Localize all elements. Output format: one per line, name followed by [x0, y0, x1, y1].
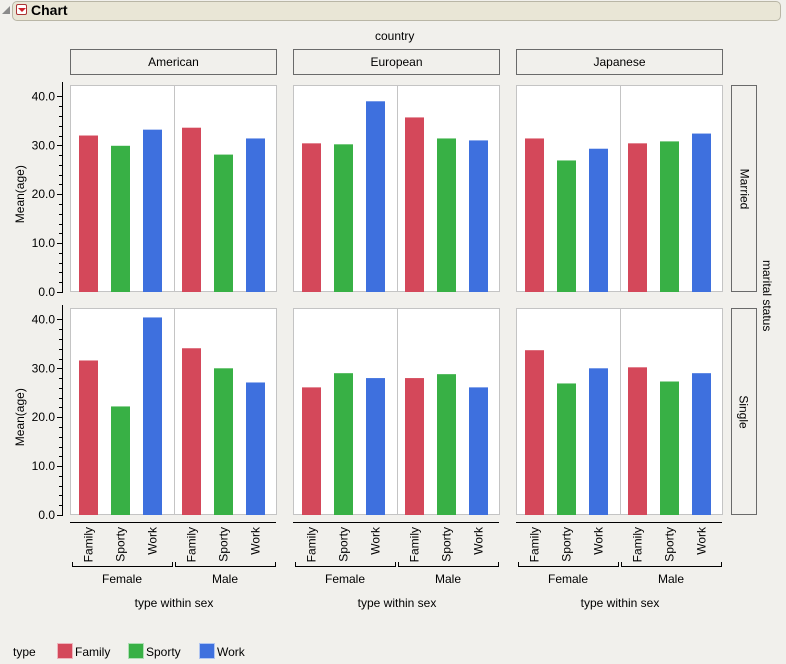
- bar-sporty: [660, 141, 679, 292]
- legend-swatch-family: [57, 643, 73, 659]
- x-tick-label: Sporty: [663, 527, 677, 562]
- chart-canvas: 0.0 10.0 20.0 30.0 40.0 Mean(age) 0.0 10.0 20.0 3…: [13, 82, 723, 610]
- bar-work: [469, 140, 488, 292]
- x-tick-label: Work: [695, 526, 709, 555]
- bar-sporty: [111, 406, 130, 515]
- bar-work: [143, 129, 162, 292]
- y-tick-label: 40.0: [32, 312, 56, 326]
- y-tick-label: 20.0: [32, 187, 56, 201]
- legend-label-work: Work: [217, 645, 245, 659]
- x-tick-label: Family: [408, 527, 422, 562]
- bar-work: [366, 101, 385, 292]
- x-tick-label: Family: [82, 527, 96, 562]
- x-tick-label: Sporty: [114, 527, 128, 562]
- y-axis-label: Mean(age): [13, 388, 27, 446]
- y-tick-label: 0.0: [38, 508, 55, 522]
- bar-sporty: [111, 145, 130, 292]
- bar-family: [405, 378, 424, 515]
- x-tick-label: Family: [305, 527, 319, 562]
- bar-sporty: [214, 368, 233, 515]
- x-tick-label: Work: [472, 526, 486, 555]
- bar-work: [589, 148, 608, 292]
- x-tick-label: Work: [592, 526, 606, 555]
- bar-family: [302, 143, 321, 292]
- bar-work: [246, 382, 265, 515]
- x-tick-label: Sporty: [217, 527, 231, 562]
- panel-married-japanese: [516, 85, 723, 292]
- group-label-male: Male: [212, 572, 238, 586]
- x-tick-label: Family: [185, 527, 199, 562]
- bar-sporty: [437, 374, 456, 515]
- bar-work: [692, 373, 711, 515]
- bar-sporty: [660, 381, 679, 515]
- bar-work: [246, 138, 265, 292]
- bar-family: [628, 367, 647, 515]
- x-axis-label: type within sex: [135, 596, 214, 610]
- group-label-female: Female: [325, 572, 365, 586]
- bar-work: [366, 378, 385, 515]
- bar-work: [143, 317, 162, 515]
- x-tick-label: Sporty: [440, 527, 454, 562]
- x-tick-label: Work: [369, 526, 383, 555]
- bar-family: [79, 135, 98, 292]
- bar-sporty: [557, 383, 576, 515]
- legend-title: type: [13, 645, 36, 659]
- x-tick-label: Work: [146, 526, 160, 555]
- group-label-male: Male: [658, 572, 684, 586]
- bar-sporty: [334, 144, 353, 292]
- bar-family: [525, 138, 544, 292]
- x-axis-label: type within sex: [581, 596, 660, 610]
- panel-married-european: [293, 85, 500, 292]
- x-tick-label: Sporty: [337, 527, 351, 562]
- group-label-female: Female: [548, 572, 588, 586]
- legend-label-family: Family: [75, 645, 111, 659]
- y-tick-label: 30.0: [32, 361, 56, 375]
- bar-sporty: [437, 138, 456, 292]
- bar-sporty: [557, 160, 576, 292]
- x-axis-label: type within sex: [358, 596, 437, 610]
- x-tick-label: Sporty: [560, 527, 574, 562]
- y-axis-label: Mean(age): [13, 165, 27, 223]
- legend-swatch-sporty: [128, 643, 144, 659]
- y-tick-label: 10.0: [32, 459, 56, 473]
- bar-family: [525, 350, 544, 515]
- y-tick-label: 0.0: [38, 285, 55, 299]
- panel-single-american: [70, 308, 277, 515]
- y-tick-label: 10.0: [32, 236, 56, 250]
- panel-single-european: [293, 308, 500, 515]
- bar-family: [405, 117, 424, 292]
- bar-family: [302, 387, 321, 515]
- legend-swatch-work: [199, 643, 215, 659]
- bar-work: [589, 368, 608, 515]
- panel-single-japanese: [516, 308, 723, 515]
- bar-work: [469, 387, 488, 515]
- bar-sporty: [214, 154, 233, 292]
- x-tick-label: Work: [249, 526, 263, 555]
- y-tick-label: 40.0: [32, 89, 56, 103]
- x-tick-label: Family: [528, 527, 542, 562]
- bar-work: [692, 133, 711, 292]
- bar-family: [628, 143, 647, 292]
- bar-family: [79, 360, 98, 515]
- group-label-male: Male: [435, 572, 461, 586]
- panel-married-american: [70, 85, 277, 292]
- bar-sporty: [334, 373, 353, 515]
- y-tick-label: 30.0: [32, 138, 56, 152]
- bar-family: [182, 348, 201, 515]
- x-tick-label: Family: [631, 527, 645, 562]
- group-label-female: Female: [102, 572, 142, 586]
- legend-label-sporty: Sporty: [146, 645, 181, 659]
- bar-family: [182, 127, 201, 292]
- y-tick-label: 20.0: [32, 410, 56, 424]
